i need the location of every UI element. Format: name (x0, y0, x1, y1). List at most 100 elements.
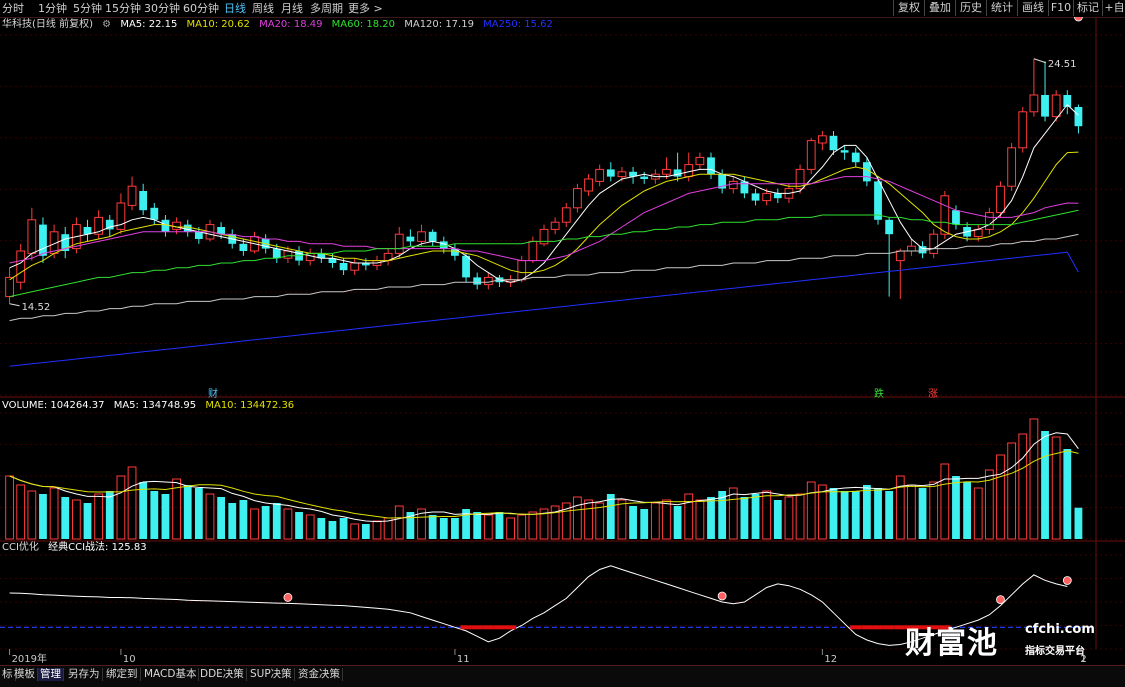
tab-save-as[interactable]: 另存为 (66, 668, 103, 681)
candle-down (952, 210, 960, 225)
tab-sup[interactable]: SUP决策 (248, 668, 295, 681)
overlay-button[interactable]: 叠加 (924, 0, 955, 16)
x-tick-label: 12 (824, 654, 837, 665)
candle-down (161, 219, 170, 232)
cci-oversold-mark (460, 625, 472, 630)
volume-bar (907, 484, 916, 540)
signal-dot (717, 591, 727, 601)
stats-button[interactable]: 统计 (986, 0, 1017, 16)
tab-multi-period[interactable]: 多周期 (310, 1, 343, 16)
candle-down (874, 181, 882, 220)
ma60-line (9, 209, 1079, 298)
candlesticks (5, 58, 1083, 304)
volume-bar (940, 463, 950, 540)
volume-bar (1007, 442, 1017, 540)
vol-ma10-label: MA10: 134472.36 (205, 400, 295, 411)
tab-fenshi[interactable]: 分时 (2, 1, 24, 16)
candle-up (1018, 111, 1028, 149)
candle-up (817, 135, 827, 144)
mark-button[interactable]: 标记 (1073, 0, 1102, 16)
volume-bars (5, 418, 1083, 540)
cci-oversold-mark (850, 625, 862, 630)
event-marker-die[interactable]: 跌 (874, 385, 884, 400)
fuquan-button[interactable]: 复权 (893, 0, 924, 16)
volume-bar (640, 509, 649, 539)
candle-down (406, 236, 415, 242)
cci-oversold-mark (861, 625, 873, 630)
cci-value: 经典CCI战法: 125.83 (48, 542, 147, 553)
tab-bind-to[interactable]: 绑定到 (104, 668, 141, 681)
tab-fund[interactable]: 资金决策 (296, 668, 343, 681)
top-toolbar: 分时 1分钟 5分钟 15分钟 30分钟 60分钟 日线 周线 月线 多周期 更… (0, 0, 1125, 18)
candle-up (617, 171, 627, 178)
volume-bar (728, 487, 738, 540)
cci-oversold-mark (883, 625, 895, 630)
f10-button[interactable]: F10 (1048, 0, 1073, 16)
volume-bar (963, 482, 971, 539)
volume-bar (150, 491, 159, 539)
candle-down (862, 162, 871, 182)
volume-bar (973, 487, 983, 540)
high-price-label: 24.51 (1048, 59, 1077, 70)
volume-ma-line (9, 450, 1079, 519)
candle-up (394, 233, 404, 254)
ma250-label: MA250: 15.62 (483, 19, 553, 30)
volume-bar (606, 494, 615, 539)
candle-up (1051, 94, 1061, 118)
ma120-line (9, 233, 1079, 322)
volume-bar (795, 493, 805, 540)
event-marker-zhang[interactable]: 涨 (928, 385, 938, 400)
ma120-label: MA120: 17.19 (404, 19, 474, 30)
ma5-label: MA5: 22.15 (120, 19, 178, 30)
event-marker-cai[interactable]: 财 (208, 385, 218, 400)
candle-up (517, 260, 527, 281)
candle-up (895, 250, 905, 262)
volume-bar (439, 518, 448, 539)
volume-bar (584, 499, 593, 540)
cci-label: CCI优化 (2, 542, 39, 553)
draw-line-button[interactable]: 画线 (1017, 0, 1048, 16)
volume-bar (295, 512, 303, 539)
candle-up (907, 245, 916, 252)
tab-30min[interactable]: 30分钟 (144, 1, 180, 16)
tab-template[interactable]: 模板 (12, 668, 38, 681)
history-button[interactable]: 历史 (955, 0, 986, 16)
volume-bar (784, 496, 794, 540)
tab-dde[interactable]: DDE决策 (198, 668, 247, 681)
volume-bar (127, 466, 137, 540)
logo-slogan: 指标交易平台 (1025, 646, 1085, 657)
tab-5min[interactable]: 5分钟 (73, 1, 102, 16)
volume-bar (49, 487, 59, 540)
volume-bar (862, 485, 871, 539)
tab-weekly[interactable]: 周线 (252, 1, 274, 16)
bottom-tab-bar: 标 模板 管理 另存为 绑定到 MACD基本 DDE决策 SUP决策 资金决策 (0, 665, 1125, 687)
volume-bar (1063, 449, 1072, 539)
volume-bar (874, 488, 882, 539)
tab-monthly[interactable]: 月线 (281, 1, 303, 16)
x-tick-label: 2019年 (12, 652, 47, 665)
candle-up (27, 219, 37, 254)
settings-icon[interactable]: ⚙ (102, 19, 111, 30)
volume-label: VOLUME: 104264.37 (2, 400, 105, 411)
candle-down (1041, 95, 1049, 117)
cci-oversold-mark (505, 625, 517, 630)
volume-bar (806, 481, 816, 540)
tab-manage[interactable]: 管理 (38, 668, 64, 681)
tab-macd[interactable]: MACD基本 (142, 668, 200, 681)
tab-more[interactable]: 更多 > (348, 1, 383, 16)
logo-watermark: 财富池 cfchi.com 指标交易平台 (905, 618, 1120, 662)
add-favorite-button[interactable]: +自选 (1102, 0, 1125, 16)
candle-down (339, 263, 348, 271)
annotations: 24.51 14.52 (9, 58, 1077, 313)
volume-bar (595, 502, 605, 540)
tab-15min[interactable]: 15分钟 (105, 1, 141, 16)
volume-bar (272, 503, 281, 539)
logo-domain: cfchi.com (1025, 622, 1095, 637)
tab-60min[interactable]: 60分钟 (183, 1, 219, 16)
candle-down (851, 152, 860, 163)
candle-up (984, 212, 994, 230)
candle-up (573, 188, 582, 209)
tab-1min[interactable]: 1分钟 (38, 1, 67, 16)
volume-bar (94, 493, 104, 540)
tab-daily[interactable]: 日线 (224, 1, 246, 16)
